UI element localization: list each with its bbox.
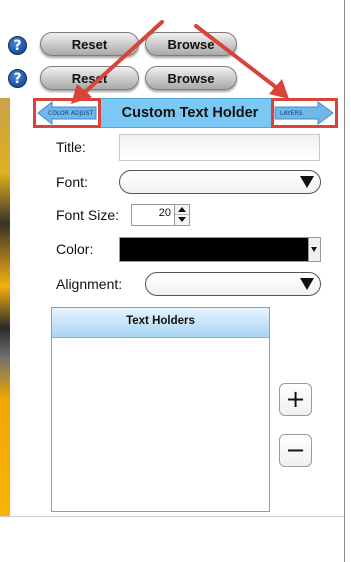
divider xyxy=(0,516,344,517)
decrement-button[interactable] xyxy=(175,215,189,225)
color-label: Color: xyxy=(56,241,94,257)
browse-button[interactable]: Browse xyxy=(145,66,237,90)
title-label: Title: xyxy=(56,139,86,155)
color-picker[interactable] xyxy=(119,237,321,262)
increment-button[interactable] xyxy=(175,205,189,215)
canvas-photo-edge xyxy=(0,98,10,516)
reset-button[interactable]: Reset xyxy=(40,66,139,90)
color-adjust-nav-button[interactable]: COLOR ADJUST xyxy=(33,98,101,128)
browse-button[interactable]: Browse xyxy=(145,32,237,56)
help-icon[interactable]: ? xyxy=(8,69,27,88)
panel-title: Custom Text Holder xyxy=(121,105,259,121)
chevron-down-icon xyxy=(300,278,314,290)
annotation-arrowhead-right xyxy=(269,79,289,99)
font-select[interactable] xyxy=(119,170,321,194)
stepper-buttons xyxy=(174,205,189,225)
down-arrow-icon xyxy=(178,217,186,222)
text-holders-list[interactable]: Text Holders xyxy=(51,307,270,512)
alignment-select[interactable] xyxy=(145,272,321,296)
help-glyph: ? xyxy=(13,38,22,54)
alignment-label: Alignment: xyxy=(56,276,123,292)
chevron-down-icon xyxy=(311,247,317,252)
layers-nav-button[interactable]: LAYERS xyxy=(271,98,338,128)
minus-icon: − xyxy=(285,436,306,464)
help-icon[interactable]: ? xyxy=(8,36,27,55)
font-size-stepper[interactable]: 20 xyxy=(131,204,190,226)
chevron-down-icon xyxy=(300,176,314,188)
color-dropdown-button[interactable] xyxy=(308,237,321,262)
layers-label: LAYERS xyxy=(280,110,303,117)
font-size-label: Font Size: xyxy=(56,207,120,223)
remove-text-holder-button[interactable]: − xyxy=(279,434,312,467)
reset-button[interactable]: Reset xyxy=(40,32,139,56)
text-holder-panel: ? Reset Browse ? Reset Browse Custom Tex… xyxy=(0,0,351,562)
font-size-value: 20 xyxy=(158,207,171,219)
title-input[interactable] xyxy=(119,134,320,161)
up-arrow-icon xyxy=(178,207,186,212)
plus-icon: + xyxy=(285,385,306,413)
color-adjust-label: COLOR ADJUST xyxy=(48,110,94,117)
text-holders-header: Text Holders xyxy=(52,308,269,338)
font-label: Font: xyxy=(56,174,88,190)
help-glyph: ? xyxy=(13,71,22,87)
panel-border xyxy=(344,0,345,562)
add-text-holder-button[interactable]: + xyxy=(279,383,312,416)
